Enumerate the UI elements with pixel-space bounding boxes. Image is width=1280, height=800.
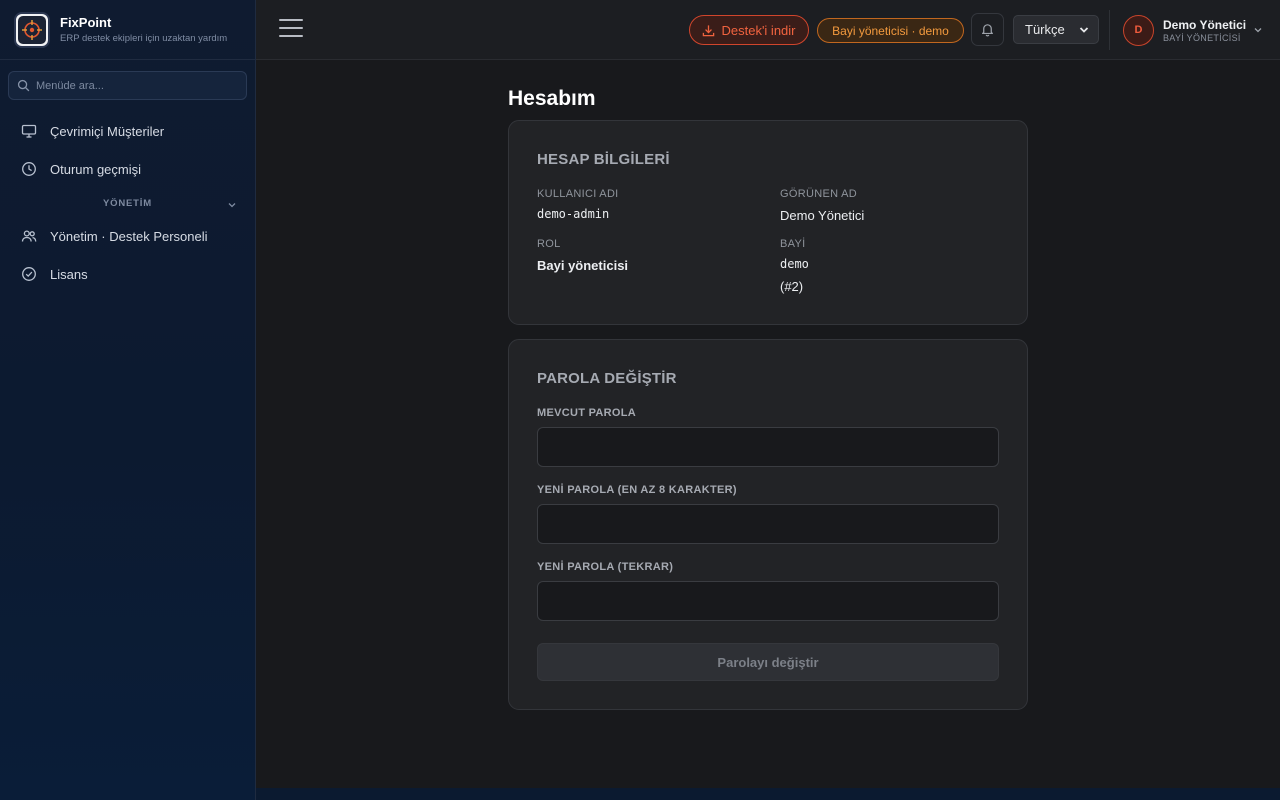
sidebar: FixPoint ERP destek ekipleri için uzakta… (0, 0, 256, 800)
avatar: D (1123, 14, 1154, 46)
dealer-id: (#2) (780, 279, 804, 294)
username-label: KULLANICI ADI (537, 188, 619, 200)
role-badge-label: Bayi yöneticisi · demo (832, 23, 949, 38)
chevron-down-icon (1079, 27, 1089, 33)
header-divider (1109, 10, 1110, 50)
hamburger-menu-icon[interactable] (279, 19, 303, 39)
crosshair-logo-icon (14, 11, 50, 48)
dealer-value: demo (780, 257, 809, 271)
sidebar-item-online-customers[interactable]: Çevrimiçi Müşteriler (0, 114, 255, 148)
brand-title: FixPoint (60, 15, 112, 30)
user-menu[interactable]: D Demo Yönetici BAYİ YÖNETİCİSİ (1123, 14, 1263, 46)
page-title: Hesabım (508, 87, 596, 110)
nav-section-management[interactable]: YÖNETİM (0, 198, 255, 214)
language-select-value: Türkçe (1025, 22, 1065, 37)
sidebar-item-support-staff[interactable]: Yönetim · Destek Personeli (0, 219, 255, 253)
current-password-input[interactable] (537, 427, 999, 467)
chevron-down-icon (1254, 28, 1262, 33)
sidebar-item-license[interactable]: Lisans (0, 257, 255, 291)
bottom-strip (256, 788, 1280, 800)
role-label: ROL (537, 238, 561, 250)
new-password-input[interactable] (537, 504, 999, 544)
display-name-value: Demo Yönetici (780, 208, 865, 223)
check-circle-icon (22, 267, 36, 281)
download-support-button[interactable]: Destek'i indir (689, 15, 809, 45)
top-bar: Destek'i indir Bayi yöneticisi · demo Tü… (256, 0, 1280, 60)
sidebar-item-label: Çevrimiçi Müşteriler (50, 123, 165, 139)
user-name: Demo Yönetici (1163, 17, 1247, 32)
sidebar-item-label: Yönetim · Destek Personeli (50, 228, 208, 244)
download-support-label: Destek'i indir (721, 22, 796, 38)
nav-section-label: YÖNETİM (103, 198, 152, 209)
users-icon (21, 230, 37, 242)
account-info-card: HESAP BİLGİLERİ KULLANICI ADI demo-admin… (508, 120, 1028, 325)
new-password-label: YENİ PAROLA (EN AZ 8 KARAKTER) (537, 484, 737, 496)
chevron-down-icon (228, 203, 236, 208)
user-role: BAYİ YÖNETİCİSİ (1163, 32, 1241, 43)
brand[interactable]: FixPoint ERP destek ekipleri için uzakta… (0, 0, 255, 60)
menu-search-input[interactable] (36, 79, 236, 92)
change-password-button[interactable]: Parolayı değiştir (537, 643, 999, 681)
sidebar-item-session-history[interactable]: Oturum geçmişi (0, 152, 255, 186)
brand-subtitle: ERP destek ekipleri için uzaktan yardım (60, 33, 228, 44)
notifications-button[interactable] (971, 13, 1004, 46)
search-icon (17, 79, 30, 92)
sidebar-item-label: Lisans (50, 266, 88, 282)
bell-icon (982, 24, 993, 37)
clock-icon (22, 162, 36, 176)
repeat-password-input[interactable] (537, 581, 999, 621)
display-name-label: GÖRÜNEN AD (780, 188, 857, 200)
role-badge: Bayi yöneticisi · demo (817, 18, 964, 43)
repeat-password-label: YENİ PAROLA (TEKRAR) (537, 561, 674, 573)
monitor-icon (21, 124, 37, 138)
current-password-label: MEVCUT PAROLA (537, 407, 637, 419)
menu-search[interactable] (8, 71, 247, 100)
download-icon (703, 24, 715, 36)
change-password-heading: PAROLA DEĞİŞTİR (537, 370, 677, 387)
change-password-card: PAROLA DEĞİŞTİR MEVCUT PAROLA YENİ PAROL… (508, 339, 1028, 710)
language-select[interactable]: Türkçe (1013, 15, 1099, 44)
dealer-label: BAYİ (780, 238, 806, 250)
username-value: demo-admin (537, 207, 610, 221)
sidebar-item-label: Oturum geçmişi (50, 161, 142, 177)
account-info-heading: HESAP BİLGİLERİ (537, 151, 670, 168)
role-value: Bayi yöneticisi (537, 258, 629, 273)
